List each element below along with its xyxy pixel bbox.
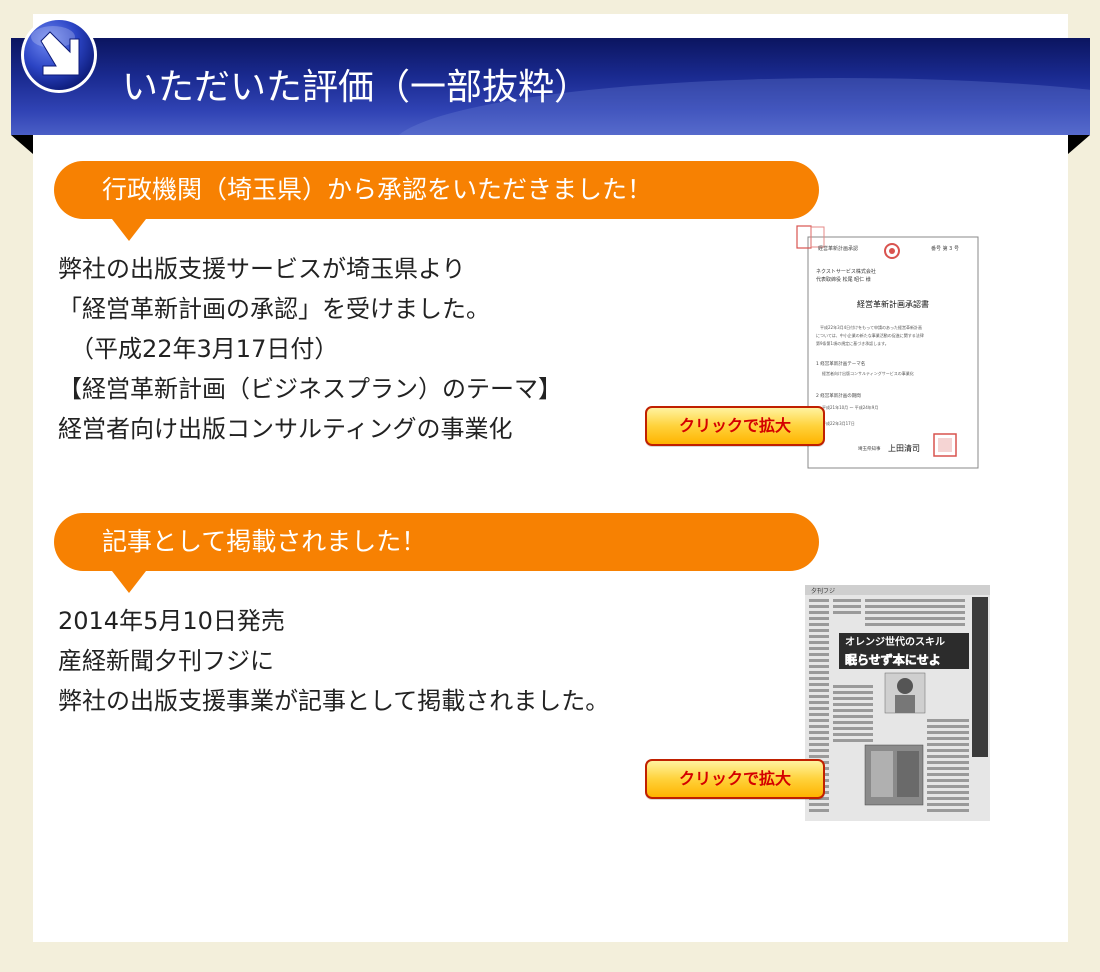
approval-description: 弊社の出版支援サービスが埼玉県より 「経営革新計画の承認」を受けました。 （平成… bbox=[58, 249, 562, 449]
approval-line: 「経営革新計画の承認」を受けました。 bbox=[58, 295, 490, 323]
approval-line: （平成22年3月17日付） bbox=[70, 335, 339, 363]
newspaper-masthead: 夕刊フジ bbox=[811, 587, 835, 595]
doc-body-line: 第9条第1項の規定に基づき承認します。 bbox=[816, 340, 889, 346]
article-line: 弊社の出版支援事業が記事として掲載されました。 bbox=[58, 687, 610, 715]
newspaper-headline-1: オレンジ世代のスキル bbox=[845, 635, 945, 648]
approval-line: 【経営革新計画（ビジネスプラン）のテーマ】 bbox=[58, 375, 562, 403]
doc-addressee-company: ネクストサービス株式会社 bbox=[816, 268, 876, 275]
section-label-text: 行政機関（埼玉県）から承認をいただきました！ bbox=[102, 175, 653, 204]
article-line: 産経新聞夕刊フジに bbox=[58, 647, 274, 675]
zoom-button-certificate[interactable]: クリックで拡大 bbox=[645, 406, 825, 446]
doc-signer-role: 埼玉県知事 bbox=[858, 445, 881, 452]
section-label-text: 記事として掲載されました！ bbox=[102, 527, 427, 556]
doc-signer: 上田清司 bbox=[888, 443, 920, 453]
doc-item-label: 2 経営革新計画の期間 bbox=[816, 392, 861, 399]
newspaper-headline-2: 眠らせず本にせよ bbox=[845, 652, 941, 667]
approval-line: 経営者向け出版コンサルティングの事業化 bbox=[58, 415, 513, 443]
doc-item-value: 平成21年10月 ～ 平成24年9月 bbox=[822, 404, 878, 410]
doc-title: 経営革新計画承認書 bbox=[857, 299, 929, 309]
article-line: 2014年5月10日発売 bbox=[58, 607, 285, 635]
article-description: 2014年5月10日発売 産経新聞夕刊フジに 弊社の出版支援事業が記事として掲載… bbox=[58, 601, 609, 721]
approval-line: 弊社の出版支援サービスが埼玉県より bbox=[58, 255, 466, 283]
section-label-approval: 行政機関（埼玉県）から承認をいただきました！ bbox=[54, 161, 819, 241]
doc-date: 平成22年3月17日 bbox=[822, 420, 855, 426]
newspaper-article-image[interactable]: 夕刊フジ オレンジ世代のスキル 眠らせず本にせよ bbox=[805, 585, 990, 821]
ribbon-fold-right bbox=[1068, 135, 1090, 154]
doc-item-label: 1 経営革新計画テーマ名 bbox=[816, 360, 865, 367]
section-label-article: 記事として掲載されました！ bbox=[54, 513, 819, 593]
ribbon-fold-left bbox=[11, 135, 33, 154]
doc-header-right: 番号 第 3 号 bbox=[931, 245, 959, 252]
doc-header-left: 経営革新計画承認 bbox=[818, 245, 858, 252]
doc-body-line: については、中小企業の新たな事業活動の促進に関する法律 bbox=[816, 332, 924, 338]
page-title: いただいた評価（一部抜粋） bbox=[122, 67, 591, 108]
zoom-button-article[interactable]: クリックで拡大 bbox=[645, 759, 825, 799]
doc-body-line: 平成22年3月4日付けをもって申請のあった経営革新計画 bbox=[820, 324, 922, 330]
arrow-down-right-icon bbox=[21, 17, 97, 93]
doc-addressee-name: 代表取締役 松尾 昭仁 様 bbox=[816, 276, 871, 283]
doc-item-value: 経営者向け出版コンサルティングサービスの事業化 bbox=[822, 370, 914, 376]
